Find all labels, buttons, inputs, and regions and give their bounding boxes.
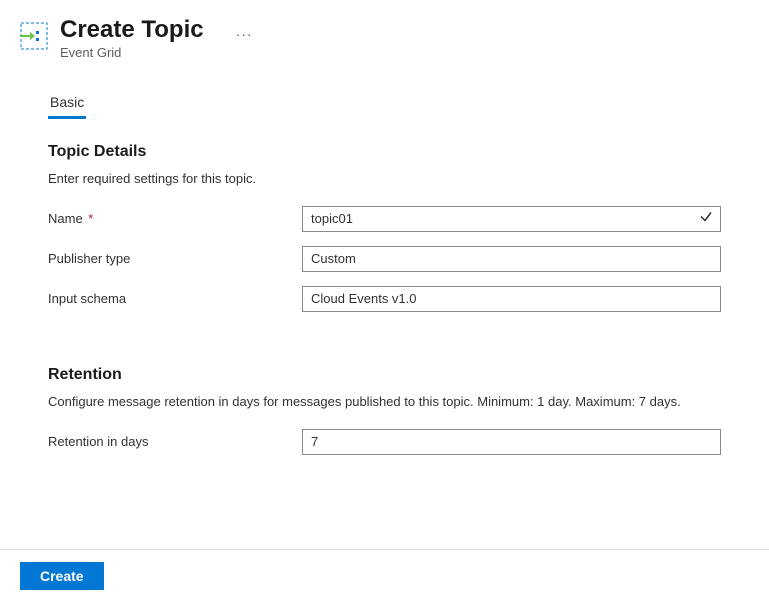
form-row-retention-days: Retention in days — [48, 429, 721, 455]
tabs: Basic — [48, 90, 721, 119]
label-name-text: Name — [48, 211, 83, 226]
page-header: Create Topic Event Grid ··· — [0, 0, 769, 60]
input-schema-select[interactable] — [302, 286, 721, 312]
section-retention: Retention Configure message retention in… — [48, 366, 721, 455]
footer: Create — [0, 549, 769, 590]
label-publisher-type: Publisher type — [48, 251, 302, 266]
header-text: Create Topic Event Grid — [60, 16, 204, 60]
section-desc-retention: Configure message retention in days for … — [48, 394, 721, 409]
page-subtitle: Event Grid — [60, 45, 204, 60]
page-title: Create Topic — [60, 16, 204, 45]
name-input[interactable] — [302, 206, 721, 232]
section-title-retention: Retention — [48, 366, 721, 384]
form-row-input-schema: Input schema — [48, 286, 721, 312]
input-wrap-input-schema — [302, 286, 721, 312]
input-wrap-name — [302, 206, 721, 232]
form-row-publisher-type: Publisher type — [48, 246, 721, 272]
label-name: Name * — [48, 211, 302, 226]
publisher-type-select[interactable] — [302, 246, 721, 272]
input-wrap-retention-days — [302, 429, 721, 455]
more-button[interactable]: ··· — [236, 26, 253, 42]
tab-basic[interactable]: Basic — [48, 90, 86, 119]
label-input-schema: Input schema — [48, 291, 302, 306]
label-retention-days: Retention in days — [48, 434, 302, 449]
content-area: Basic Topic Details Enter required setti… — [0, 60, 769, 455]
retention-days-input[interactable] — [302, 429, 721, 455]
section-topic-details: Topic Details Enter required settings fo… — [48, 143, 721, 312]
topic-icon — [20, 22, 48, 50]
required-mark: * — [85, 211, 94, 226]
create-button[interactable]: Create — [20, 562, 104, 590]
section-title-topic-details: Topic Details — [48, 143, 721, 161]
section-desc-topic-details: Enter required settings for this topic. — [48, 171, 721, 186]
form-row-name: Name * — [48, 206, 721, 232]
input-wrap-publisher-type — [302, 246, 721, 272]
